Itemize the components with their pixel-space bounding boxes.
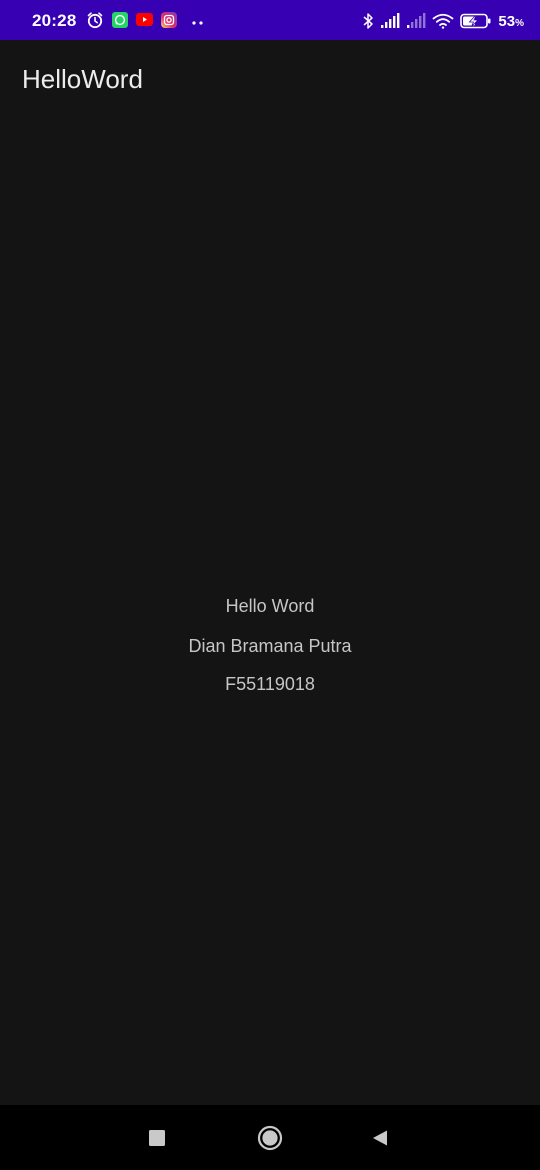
recents-icon	[149, 1129, 165, 1146]
name-text: Dian Bramana Putra	[188, 636, 352, 656]
more-dots-icon	[191, 13, 205, 31]
notification-icons	[86, 11, 205, 34]
home-icon	[257, 1125, 283, 1150]
battery-percentage: 53%	[498, 13, 524, 30]
navigation-bar	[0, 1105, 540, 1170]
status-bar: 20:28 53%	[0, 0, 540, 40]
student-id-text: F55119018	[225, 674, 315, 694]
app-bar: HelloWord	[0, 40, 540, 120]
system-icons: 53%	[362, 12, 524, 35]
alarm-icon	[86, 11, 104, 34]
main-content: Hello Word Dian Bramana Putra F55119018	[0, 596, 540, 694]
signal-icon	[380, 12, 400, 34]
home-button[interactable]	[235, 1105, 305, 1170]
greeting-text: Hello Word	[225, 596, 315, 616]
back-icon	[373, 1130, 387, 1145]
recents-button[interactable]	[122, 1105, 192, 1170]
battery-charging-icon	[460, 13, 492, 34]
instagram-icon	[161, 11, 177, 33]
youtube-icon	[136, 13, 153, 31]
signal-2-icon	[406, 12, 426, 34]
status-time: 20:28	[32, 11, 77, 30]
back-button[interactable]	[345, 1105, 415, 1170]
app-title: HelloWord	[22, 64, 143, 94]
bluetooth-icon	[362, 12, 374, 35]
app-screen: 20:28 53% HelloWord Hello Word Dian Bram…	[0, 0, 540, 1170]
wifi-icon	[432, 13, 454, 34]
whatsapp-icon	[112, 11, 128, 33]
